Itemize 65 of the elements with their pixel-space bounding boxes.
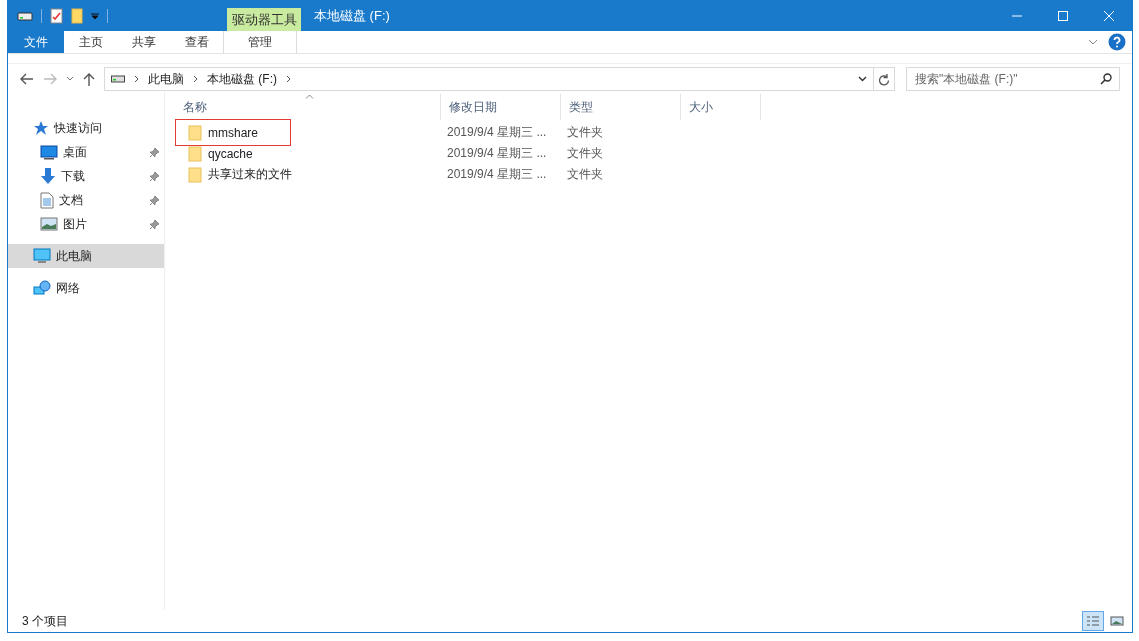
address-bar[interactable]: 此电脑 本地磁盘 (F:) [104,67,874,91]
search-field[interactable]: 搜索"本地磁盘 (F:)" [906,67,1120,91]
folder-icon [188,166,202,183]
nav-item[interactable]: 文档 [8,188,164,212]
item-count: 3 个项目 [22,612,68,630]
file-name[interactable]: qycache [208,146,253,161]
chevron-right-icon[interactable] [193,75,198,83]
breadcrumb[interactable]: 本地磁盘 (F:) [207,70,277,88]
nav-item[interactable]: 网络 [8,276,164,300]
picture-icon [1110,615,1124,627]
properties-icon[interactable] [50,7,63,24]
pin-icon[interactable] [149,146,160,158]
chevron-right-icon[interactable] [134,75,139,83]
expand-ribbon-icon[interactable] [1088,39,1098,45]
chevron-right-icon[interactable] [286,75,291,83]
folder-icon[interactable] [71,7,83,24]
date-cell-text: 2019/9/4 星期三 ... [446,145,548,162]
date-cell-text: 2019/9/4 星期三 ... [446,166,548,183]
nav-item[interactable]: 图片 [8,212,164,236]
folder-icon [188,124,202,141]
back-arrow-icon[interactable] [20,73,34,85]
pin-icon[interactable] [149,170,160,182]
file-tab[interactable]: 文件 [8,31,64,53]
type-cell-text: 文件夹 [566,166,604,183]
refresh-button[interactable] [873,67,895,91]
network-icon [33,280,51,296]
search-icon [1100,73,1112,85]
pin-icon[interactable] [149,218,160,230]
download-arrow-icon [40,167,56,185]
details-list-icon [1086,615,1100,627]
close-icon [1104,10,1114,21]
column-header[interactable]: 类型 [561,94,681,120]
type-cell-text: 文件夹 [566,145,604,162]
nav-item[interactable]: 快速访问 [8,116,164,140]
pin-icon[interactable] [149,194,160,206]
date-cell-text: 2019/9/4 星期三 ... [446,124,548,141]
drive-icon [17,10,33,21]
refresh-icon [878,72,890,86]
recent-chevron-icon[interactable] [66,76,74,82]
sort-up-icon [305,94,314,99]
maximize-icon [1058,10,1068,21]
context-tab-header: 驱动器工具 [227,8,301,31]
nav-item[interactable]: 桌面 [8,140,164,164]
star-icon [33,120,49,136]
address-dropdown-icon[interactable] [858,76,867,82]
column-header[interactable]: 修改日期 [441,94,561,120]
column-header[interactable]: 名称 [175,94,441,120]
computer-icon [33,248,51,264]
file-name[interactable]: mmshare [208,125,258,140]
breadcrumb[interactable]: 此电脑 [148,70,184,88]
nav-item[interactable]: 此电脑 [8,244,164,268]
up-arrow-icon[interactable] [83,72,95,86]
file-name[interactable]: 共享过来的文件 [208,166,292,183]
column-header[interactable]: 大小 [681,94,761,120]
monitor-icon [40,144,58,160]
drive-icon [111,75,125,83]
picture-icon [40,217,58,231]
window-title: 本地磁盘 (F:) [314,6,390,25]
nav-item[interactable]: 下载 [8,164,164,188]
document-icon [40,191,54,209]
type-cell-text: 文件夹 [566,124,604,141]
folder-icon [188,145,202,162]
dropdown-icon[interactable] [91,11,99,20]
ribbon-tab[interactable]: 管理 [223,31,297,53]
help-icon[interactable] [1108,33,1126,51]
